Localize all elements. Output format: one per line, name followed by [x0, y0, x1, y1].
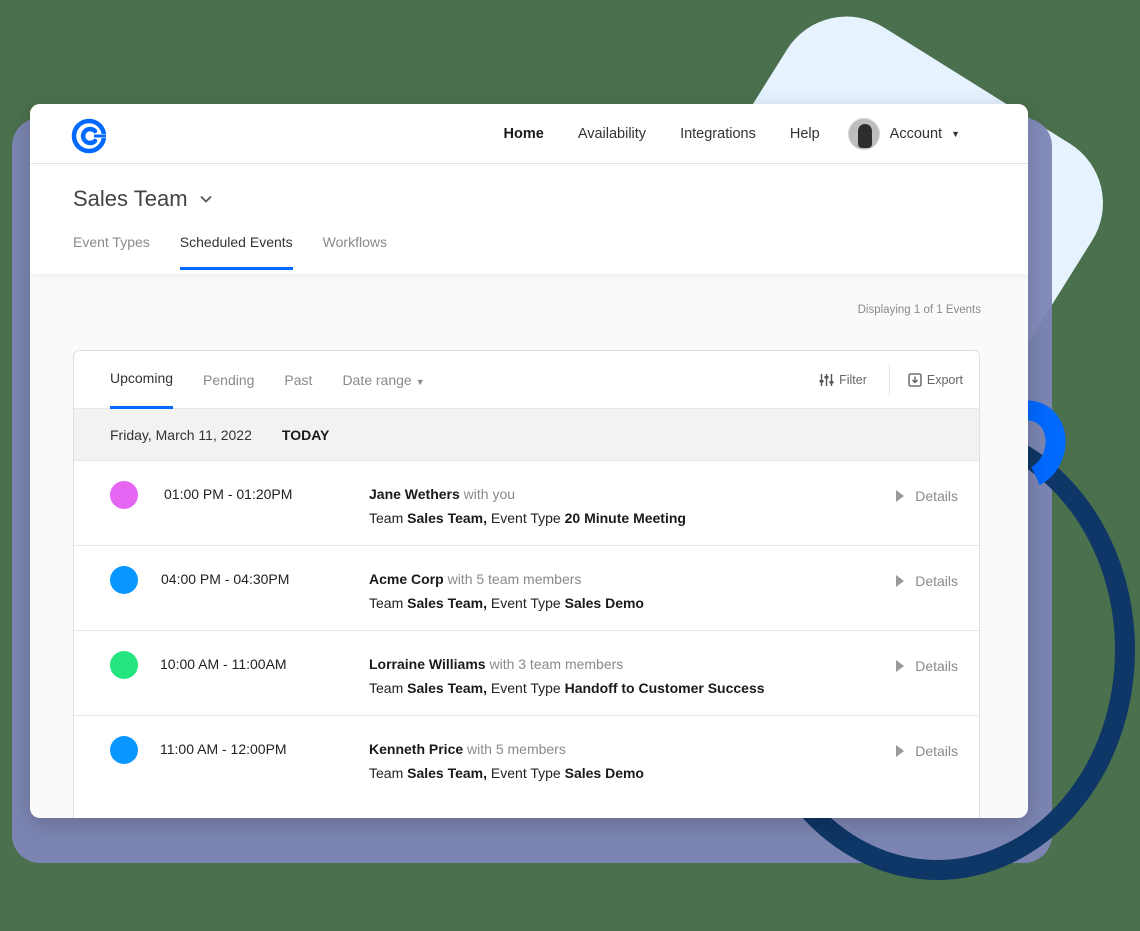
- top-navigation: Home Availability Integrations Help Acco…: [30, 104, 1028, 164]
- team-name: Sales Team,: [407, 680, 488, 696]
- event-color-dot: [110, 651, 138, 679]
- date-label: Friday, March 11, 2022: [110, 426, 252, 443]
- today-badge: TODAY: [281, 426, 330, 443]
- sliders-icon: [819, 374, 834, 386]
- team-name: Sales Team,: [407, 765, 488, 781]
- filter-button[interactable]: Filter: [819, 373, 867, 387]
- event-color-dot: [110, 566, 138, 594]
- events-filter-bar: Upcoming Pending Past Date range ▼ Filter: [74, 351, 979, 409]
- event-info: Team Sales Team, Event Type Sales Demo: [369, 765, 644, 781]
- tab-pending[interactable]: Pending: [203, 351, 254, 409]
- tab-past[interactable]: Past: [284, 351, 312, 409]
- invitee-with: with 5 team members: [447, 571, 582, 587]
- filter-label: Filter: [839, 373, 867, 387]
- triangle-right-icon: [896, 660, 905, 672]
- tab-date-range[interactable]: Date range ▼: [342, 351, 424, 409]
- account-label[interactable]: Account: [890, 126, 942, 142]
- invitee-name: Kenneth Price: [369, 741, 464, 757]
- event-time: 04:00 PM - 04:30PM: [161, 571, 290, 587]
- tab-upcoming[interactable]: Upcoming: [110, 351, 174, 409]
- invitee-with: with you: [463, 486, 516, 502]
- date-range-label: Date range: [342, 372, 412, 388]
- event-info: Team Sales Team, Event Type 20 Minute Me…: [369, 510, 686, 526]
- nav-help[interactable]: Help: [790, 126, 820, 142]
- page-tabs: Event Types Scheduled Events Workflows: [73, 234, 417, 270]
- export-label: Export: [926, 373, 963, 387]
- nav-availability[interactable]: Availability: [578, 126, 646, 142]
- event-time: 11:00 AM - 12:00PM: [160, 741, 287, 757]
- event-type-name: Sales Demo: [564, 765, 644, 781]
- event-type-prefix: Event Type: [490, 510, 561, 526]
- export-button[interactable]: Export: [908, 373, 963, 387]
- caret-down-icon: ▼: [415, 377, 425, 387]
- team-prefix: Team: [369, 510, 404, 526]
- triangle-right-icon: [896, 575, 905, 587]
- avatar[interactable]: [847, 118, 880, 150]
- caret-down-icon[interactable]: ▼: [951, 129, 960, 139]
- details-label: Details: [915, 743, 958, 759]
- event-color-dot: [110, 736, 138, 764]
- export-icon: [908, 373, 922, 387]
- invitee-with: with 5 members: [467, 741, 566, 757]
- nav-integrations[interactable]: Integrations: [680, 126, 756, 142]
- triangle-right-icon: [896, 490, 905, 502]
- main-nav: Home Availability Integrations Help Acco…: [470, 104, 960, 164]
- divider: [888, 365, 890, 395]
- event-type-name: Handoff to Customer Success: [564, 680, 765, 696]
- event-info: Team Sales Team, Event Type Handoff to C…: [369, 680, 765, 696]
- page-title[interactable]: Sales Team: [73, 186, 188, 212]
- event-time: 10:00 AM - 11:00AM: [160, 656, 287, 672]
- date-group-header: Friday, March 11, 2022 TODAY: [74, 409, 979, 461]
- details-label: Details: [915, 488, 958, 504]
- details-button[interactable]: Details: [896, 743, 958, 759]
- details-button[interactable]: Details: [896, 573, 958, 589]
- event-type-prefix: Event Type: [490, 680, 561, 696]
- event-tabs: Upcoming Pending Past Date range ▼: [110, 351, 455, 409]
- invitee-with: with 3 team members: [489, 656, 624, 672]
- event-color-dot: [110, 481, 138, 509]
- events-card: Upcoming Pending Past Date range ▼ Filter: [73, 350, 980, 818]
- tab-scheduled-events[interactable]: Scheduled Events: [179, 234, 293, 270]
- invitee-name: Acme Corp: [369, 571, 444, 587]
- team-prefix: Team: [369, 765, 404, 781]
- calendly-logo-icon[interactable]: [71, 118, 107, 154]
- details-label: Details: [915, 573, 958, 589]
- team-name: Sales Team,: [407, 595, 488, 611]
- chevron-down-icon[interactable]: [199, 193, 212, 205]
- invitee-name: Lorraine Williams: [369, 656, 486, 672]
- triangle-right-icon: [896, 745, 905, 757]
- card-actions: Filter Export: [819, 351, 963, 409]
- invitee-name: Jane Wethers: [369, 486, 460, 502]
- event-type-prefix: Event Type: [490, 595, 561, 611]
- team-name: Sales Team,: [407, 510, 488, 526]
- app-window: Home Availability Integrations Help Acco…: [30, 104, 1028, 818]
- event-invitee: Acme Corp with 5 team members: [369, 571, 581, 587]
- event-type-prefix: Event Type: [490, 765, 561, 781]
- tab-workflows[interactable]: Workflows: [323, 234, 387, 270]
- details-button[interactable]: Details: [896, 488, 958, 504]
- event-invitee: Kenneth Price with 5 members: [369, 741, 566, 757]
- team-prefix: Team: [369, 595, 404, 611]
- team-prefix: Team: [369, 680, 404, 696]
- event-row[interactable]: 11:00 AM - 12:00PM Kenneth Price with 5 …: [74, 716, 979, 801]
- event-type-name: Sales Demo: [564, 595, 644, 611]
- nav-home[interactable]: Home: [504, 126, 544, 142]
- tab-event-types[interactable]: Event Types: [73, 234, 150, 270]
- event-invitee: Lorraine Williams with 3 team members: [369, 656, 623, 672]
- event-info: Team Sales Team, Event Type Sales Demo: [369, 595, 644, 611]
- details-label: Details: [915, 658, 958, 674]
- event-invitee: Jane Wethers with you: [369, 486, 515, 502]
- details-button[interactable]: Details: [896, 658, 958, 674]
- event-type-name: 20 Minute Meeting: [564, 510, 686, 526]
- event-row[interactable]: 01:00 PM - 01:20PM Jane Wethers with you…: [74, 461, 979, 546]
- results-count: Displaying 1 of 1 Events: [857, 304, 981, 316]
- team-selector[interactable]: Sales Team: [73, 186, 212, 212]
- account-menu[interactable]: Account ▼: [847, 118, 960, 150]
- event-row[interactable]: 04:00 PM - 04:30PM Acme Corp with 5 team…: [74, 546, 979, 631]
- event-row[interactable]: 10:00 AM - 11:00AM Lorraine Williams wit…: [74, 631, 979, 716]
- page-header: Sales Team Event Types Scheduled Events …: [30, 164, 1028, 274]
- event-time: 01:00 PM - 01:20PM: [164, 486, 293, 502]
